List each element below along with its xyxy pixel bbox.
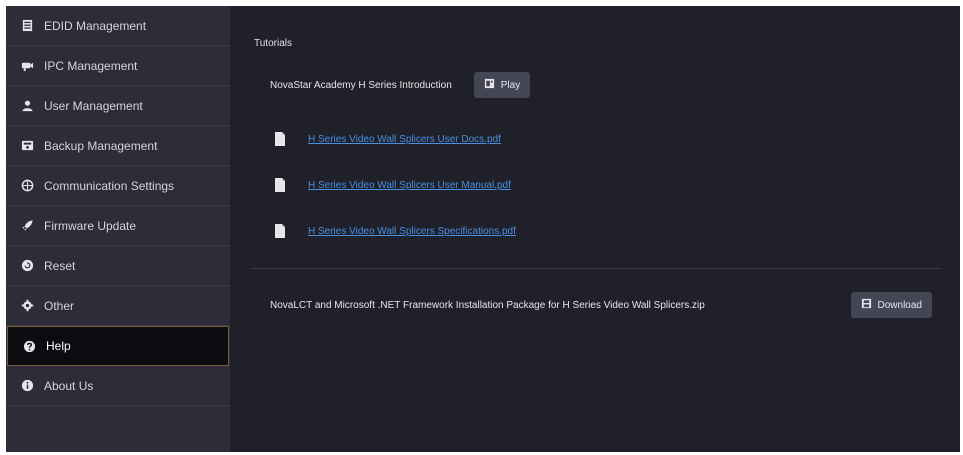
gear-icon [20,299,34,313]
sidebar-item-other[interactable]: Other [6,286,230,326]
file-row: H Series Video Wall Splicers User Docs.p… [274,132,501,146]
file-icon [275,224,285,238]
sidebar-item-label: About Us [44,378,94,393]
download-package-label: NovaLCT and Microsoft .NET Framework Ins… [270,299,705,311]
file-link-user-docs[interactable]: H Series Video Wall Splicers User Docs.p… [308,134,501,145]
rocket-icon [20,219,34,233]
app-window: EDID Management IPC Management User Mana… [6,6,960,452]
backup-icon [20,139,34,153]
sidebar-item-label: Other [44,298,75,313]
sidebar-item-user-management[interactable]: User Management [6,86,230,126]
help-content: Tutorials NovaStar Academy H Series Intr… [230,6,960,452]
play-button[interactable]: Play [473,72,531,98]
sidebar-item-about-us[interactable]: About Us [6,366,230,406]
info-icon [20,379,34,393]
play-label: Play [500,79,521,91]
user-icon [20,99,34,113]
sidebar-item-help[interactable]: Help [7,326,229,366]
sidebar-item-label: Help [46,339,71,353]
sidebar-item-edid-management[interactable]: EDID Management [6,6,230,46]
download-icon [861,298,872,312]
download-row: NovaLCT and Microsoft .NET Framework Ins… [270,292,932,318]
file-link-user-manual[interactable]: H Series Video Wall Splicers User Manual… [308,180,511,191]
sidebar-item-reset[interactable]: Reset [6,246,230,286]
sidebar-item-label: User Management [44,98,143,113]
file-row: H Series Video Wall Splicers User Manual… [274,178,511,192]
file-icon [275,178,285,192]
intro-video-label: NovaStar Academy H Series Introduction [270,79,452,91]
sidebar: EDID Management IPC Management User Mana… [6,6,230,452]
sidebar-item-communication-settings[interactable]: Communication Settings [6,166,230,206]
sidebar-item-firmware-update[interactable]: Firmware Update [6,206,230,246]
tutorials-title: Tutorials [254,38,292,49]
globe-icon [20,179,34,193]
sidebar-item-label: EDID Management [44,18,147,33]
sidebar-item-label: Backup Management [44,138,158,153]
divider [250,268,942,269]
sidebar-item-label: Communication Settings [44,178,175,193]
sidebar-item-label: Firmware Update [44,218,137,233]
play-icon [484,78,495,92]
sidebar-item-ipc-management[interactable]: IPC Management [6,46,230,86]
camera-icon [20,59,34,73]
intro-row: NovaStar Academy H Series Introduction P… [270,72,531,98]
question-icon [22,339,36,353]
download-label: Download [877,299,922,311]
sidebar-item-label: Reset [44,258,76,273]
sidebar-item-backup-management[interactable]: Backup Management [6,126,230,166]
table-icon [20,19,34,33]
download-button[interactable]: Download [850,292,932,318]
reset-icon [20,259,34,273]
file-row: H Series Video Wall Splicers Specificati… [274,224,516,238]
file-link-specifications[interactable]: H Series Video Wall Splicers Specificati… [308,226,516,237]
file-icon [275,132,285,146]
sidebar-item-label: IPC Management [44,58,138,73]
